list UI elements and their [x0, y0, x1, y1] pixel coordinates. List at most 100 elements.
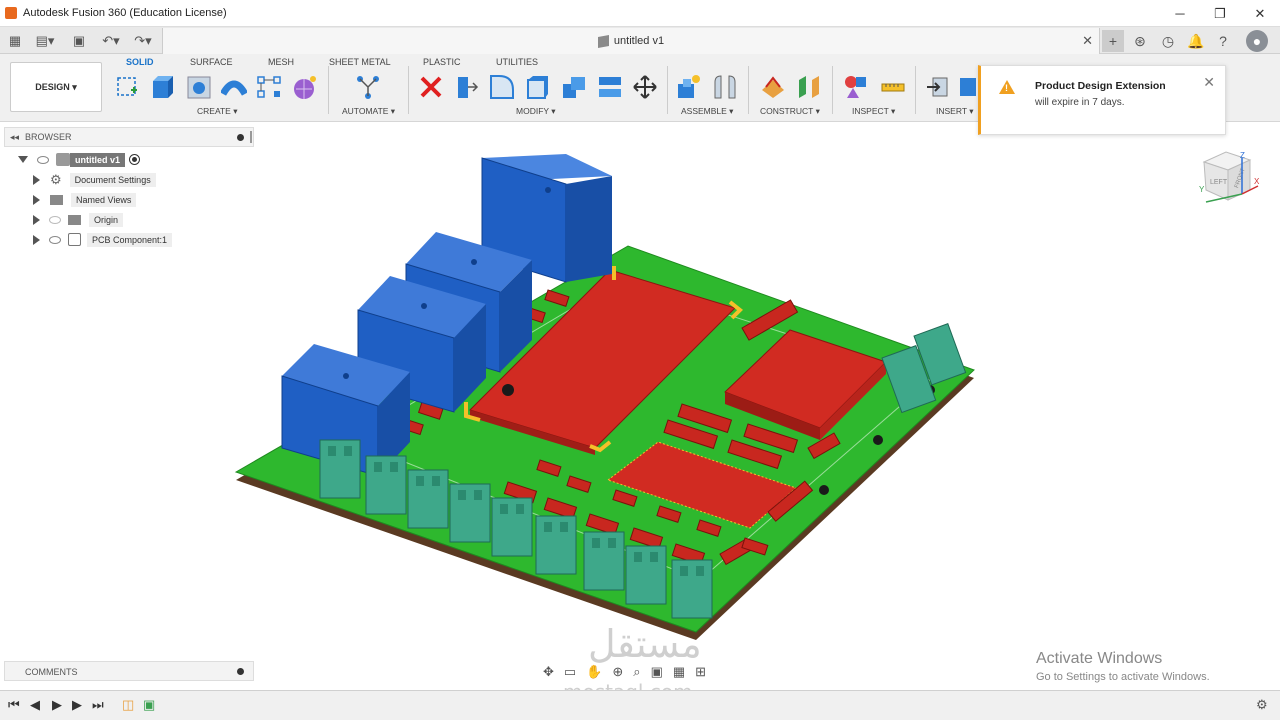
- notifications-bell-icon[interactable]: 🔔: [1185, 30, 1207, 52]
- tree-item-label[interactable]: PCB Component:1: [87, 232, 173, 247]
- browser-resize-handle[interactable]: [250, 131, 252, 143]
- browser-panel-header[interactable]: ◂◂ BROWSER: [4, 127, 254, 147]
- user-avatar[interactable]: ●: [1246, 30, 1268, 52]
- collapse-browser-icon[interactable]: ◂◂: [10, 132, 19, 143]
- help-icon[interactable]: ?: [1212, 30, 1234, 52]
- automate-group-label[interactable]: AUTOMATE ▾: [342, 106, 395, 117]
- delete-icon[interactable]: [418, 74, 444, 100]
- undo-icon[interactable]: ↶▾: [98, 27, 124, 54]
- inspect-icon[interactable]: [843, 74, 869, 100]
- tree-item-label[interactable]: Document Settings: [69, 172, 156, 187]
- grid-settings-icon[interactable]: ▦: [673, 664, 685, 680]
- expand-root-icon[interactable]: [18, 156, 28, 163]
- expand-icon[interactable]: [33, 194, 40, 205]
- expand-icon[interactable]: [33, 234, 40, 245]
- restore-button[interactable]: ❐: [1200, 0, 1240, 27]
- offset-plane-icon[interactable]: [760, 74, 786, 100]
- create-group-label[interactable]: CREATE ▾: [197, 106, 237, 117]
- visibility-eye-icon[interactable]: [49, 215, 61, 224]
- automate-icon[interactable]: [355, 74, 381, 100]
- viewcube-left-label[interactable]: LEFT: [1210, 179, 1228, 186]
- tab-surface[interactable]: SURFACE: [190, 57, 233, 67]
- timeline-sketch-feature-icon[interactable]: ◫: [122, 697, 134, 713]
- viewcube-x-axis: X: [1254, 177, 1260, 186]
- shell-icon[interactable]: [525, 74, 551, 100]
- close-tab-icon[interactable]: ✕: [1082, 33, 1093, 49]
- sketch-icon[interactable]: [115, 74, 141, 100]
- pipe-icon[interactable]: [219, 74, 249, 100]
- fillet-icon[interactable]: [489, 74, 515, 100]
- measure-icon[interactable]: [880, 74, 906, 100]
- tab-solid[interactable]: SOLID: [126, 57, 154, 67]
- document-tab[interactable]: untitled v1 ✕: [162, 28, 1100, 54]
- comments-pin-icon[interactable]: [237, 668, 244, 675]
- tree-item-pcb-component[interactable]: PCB Component:1: [33, 231, 173, 248]
- browser-pin-icon[interactable]: [237, 134, 244, 141]
- view-cube[interactable]: LEFT FRONT Z X Y: [1198, 148, 1262, 215]
- workspace-design-button[interactable]: DESIGN ▾: [10, 62, 102, 112]
- modify-group-label[interactable]: MODIFY ▾: [516, 106, 556, 117]
- comments-panel[interactable]: COMMENTS: [4, 661, 254, 681]
- joint-icon[interactable]: [712, 74, 738, 100]
- hole-icon[interactable]: [186, 74, 212, 100]
- extensions-icon[interactable]: ⊛: [1129, 30, 1151, 52]
- tree-root-label[interactable]: untitled v1: [70, 152, 126, 167]
- new-tab-plus-icon[interactable]: +: [1102, 30, 1124, 52]
- rect-pattern-icon[interactable]: [256, 74, 282, 100]
- close-notification-icon[interactable]: ✕: [1203, 74, 1215, 91]
- close-button[interactable]: ✕: [1240, 0, 1280, 27]
- extrude-icon[interactable]: [150, 74, 176, 100]
- expand-icon[interactable]: [33, 214, 40, 225]
- pcb-3d-model[interactable]: [230, 150, 990, 650]
- minimize-button[interactable]: ─: [1160, 0, 1200, 27]
- timeline-next-icon[interactable]: ▶: [72, 697, 82, 713]
- assemble-group-label[interactable]: ASSEMBLE ▾: [681, 106, 733, 117]
- tab-plastic[interactable]: PLASTIC: [423, 57, 461, 67]
- viewports-icon[interactable]: ⊞: [695, 664, 706, 680]
- fusion-app-icon: [5, 7, 17, 19]
- timeline-first-icon[interactable]: ⏮: [8, 697, 20, 713]
- inspect-group-label[interactable]: INSPECT ▾: [852, 106, 895, 117]
- tree-item-named-views[interactable]: Named Views: [33, 191, 137, 208]
- align-icon[interactable]: [597, 74, 623, 100]
- insert-icon[interactable]: [925, 74, 951, 100]
- tab-sheet-metal[interactable]: SHEET METAL: [329, 57, 391, 67]
- tree-root[interactable]: untitled v1: [18, 151, 141, 168]
- expand-icon[interactable]: [33, 174, 40, 185]
- redo-icon[interactable]: ↷▾: [130, 27, 156, 54]
- timeline-last-icon[interactable]: ⏭: [92, 697, 104, 713]
- combine-icon[interactable]: [561, 74, 587, 100]
- tab-utilities[interactable]: UTILITIES: [496, 57, 538, 67]
- orbit-icon[interactable]: ✥: [543, 664, 554, 680]
- visibility-eye-icon[interactable]: [49, 235, 61, 244]
- fit-icon[interactable]: ⌕: [633, 664, 640, 680]
- look-at-icon[interactable]: ▭: [564, 664, 576, 680]
- visibility-eye-icon[interactable]: [37, 155, 49, 164]
- tree-item-document-settings[interactable]: ⚙ Document Settings: [33, 171, 156, 188]
- timeline-prev-icon[interactable]: ◀: [30, 697, 40, 713]
- midplane-icon[interactable]: [796, 74, 822, 100]
- move-icon[interactable]: [632, 74, 658, 100]
- tree-item-label[interactable]: Origin: [89, 212, 124, 227]
- timeline-play-icon[interactable]: ▶: [52, 697, 62, 713]
- pan-icon[interactable]: ✋: [586, 664, 602, 680]
- activate-component-icon[interactable]: [129, 154, 141, 165]
- tree-item-label[interactable]: Named Views: [71, 192, 137, 207]
- construct-group-label[interactable]: CONSTRUCT ▾: [760, 106, 820, 117]
- form-icon[interactable]: [292, 74, 318, 100]
- tree-item-origin[interactable]: Origin: [33, 211, 124, 228]
- insert-group-label[interactable]: INSERT ▾: [936, 106, 974, 117]
- job-status-icon[interactable]: ◷: [1157, 30, 1179, 52]
- timeline-settings-gear-icon[interactable]: ⚙: [1256, 697, 1268, 713]
- display-settings-icon[interactable]: ▣: [651, 664, 663, 680]
- new-component-icon[interactable]: [676, 74, 702, 100]
- tab-mesh[interactable]: MESH: [268, 57, 294, 67]
- press-pull-icon[interactable]: [453, 74, 479, 100]
- notification-title: Product Design Extension: [1035, 80, 1166, 92]
- data-panel-grid-icon[interactable]: ▦: [4, 27, 26, 54]
- canvas-icon[interactable]: [960, 74, 976, 100]
- timeline-component-feature-icon[interactable]: ▣: [143, 697, 155, 713]
- zoom-icon[interactable]: ⊕: [612, 664, 623, 680]
- file-menu-icon[interactable]: ▤▾: [32, 27, 58, 54]
- save-icon[interactable]: ▣: [68, 27, 90, 54]
